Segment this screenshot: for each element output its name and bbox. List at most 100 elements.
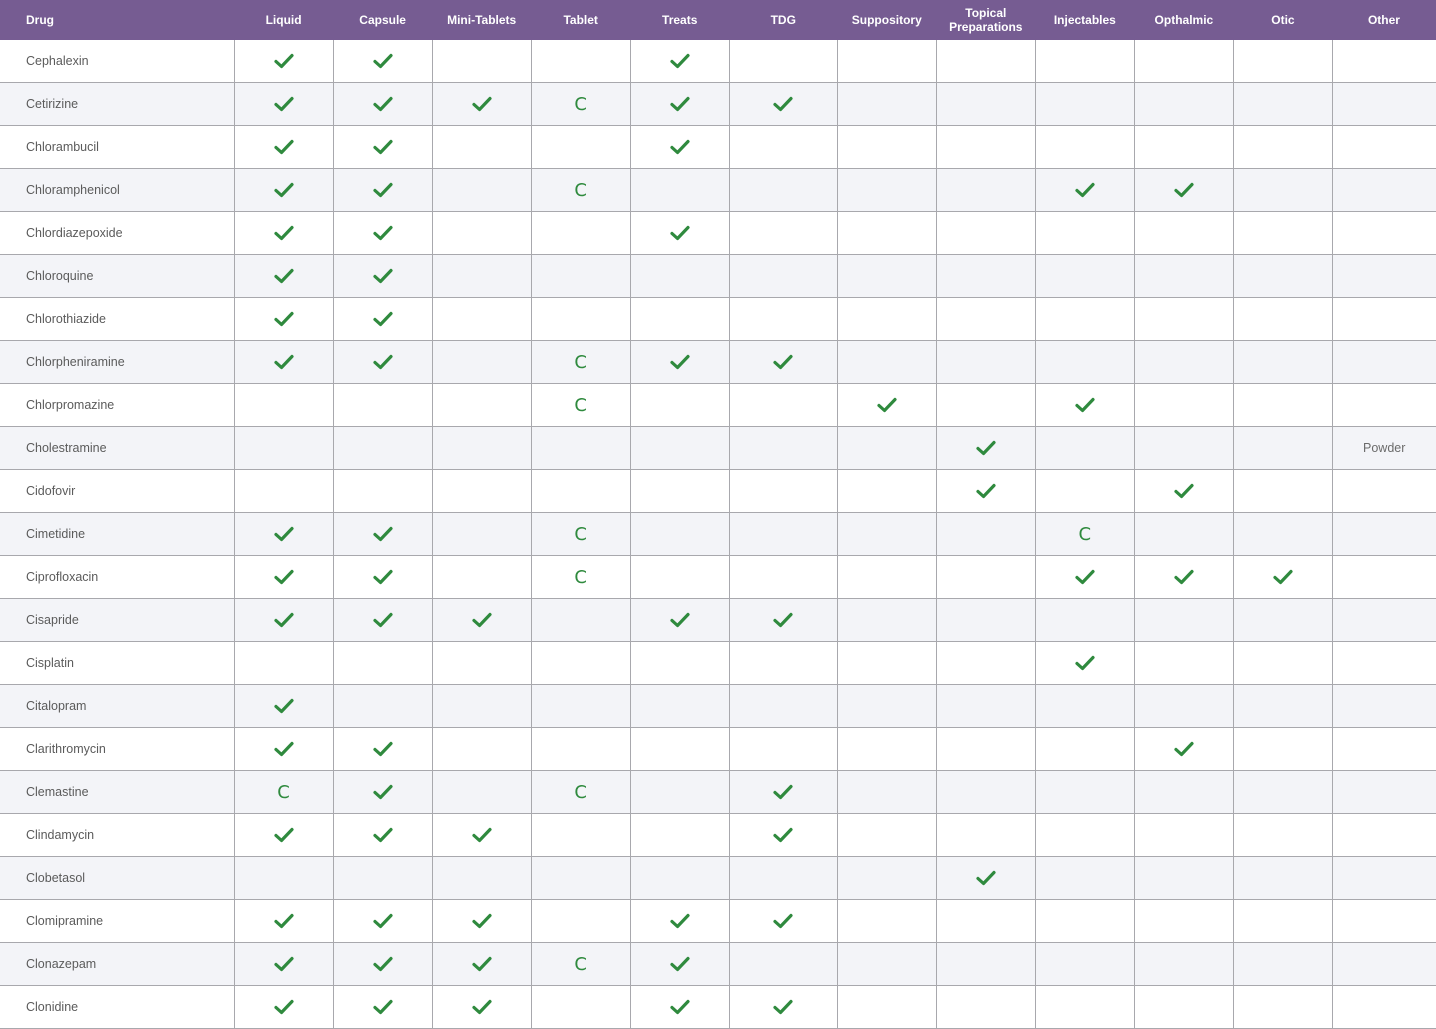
table-cell bbox=[530, 125, 631, 169]
table-cell bbox=[1232, 168, 1333, 212]
drug-name: Cimetidine bbox=[0, 512, 235, 556]
table-cell bbox=[332, 598, 433, 642]
table-cell bbox=[1232, 254, 1333, 298]
table-cell bbox=[233, 512, 334, 556]
table-cell bbox=[836, 426, 937, 470]
table-cell bbox=[1034, 813, 1135, 857]
table-cell bbox=[1133, 211, 1234, 255]
table-cell bbox=[332, 641, 433, 685]
table-cell bbox=[1133, 297, 1234, 341]
check-icon bbox=[273, 139, 294, 154]
compounded-mark: C bbox=[277, 781, 290, 803]
compounded-mark: C bbox=[1078, 523, 1092, 545]
check-icon bbox=[670, 354, 690, 369]
table-cell bbox=[836, 555, 937, 599]
check-icon bbox=[976, 870, 996, 885]
table-cell bbox=[1133, 383, 1234, 427]
table-cell bbox=[629, 555, 730, 599]
table-cell bbox=[629, 340, 730, 384]
table-cell bbox=[728, 770, 838, 814]
table-cell bbox=[629, 125, 730, 169]
table-cell: C bbox=[233, 770, 334, 814]
table-cell bbox=[935, 899, 1036, 943]
table-row: Cidofovir bbox=[0, 469, 1436, 513]
table-cell bbox=[836, 211, 937, 255]
table-cell bbox=[1133, 555, 1234, 599]
drug-name: Chlorpromazine bbox=[0, 383, 235, 427]
table-cell bbox=[1034, 899, 1135, 943]
column-header: Treats bbox=[630, 0, 730, 40]
column-header: Otic bbox=[1233, 0, 1333, 40]
check-icon bbox=[273, 612, 294, 627]
check-icon bbox=[373, 268, 393, 283]
check-icon bbox=[273, 354, 294, 369]
table-cell bbox=[629, 512, 730, 556]
column-header: Suppository bbox=[837, 0, 937, 40]
table-cell bbox=[332, 40, 433, 83]
check-icon bbox=[773, 827, 793, 842]
table-cell bbox=[530, 254, 631, 298]
drug-name: Chlorothiazide bbox=[0, 297, 235, 341]
table-cell: C bbox=[530, 942, 631, 986]
table-cell bbox=[935, 727, 1036, 771]
table-cell bbox=[332, 469, 433, 513]
table-cell bbox=[431, 125, 532, 169]
table-cell bbox=[1331, 512, 1436, 556]
table-cell bbox=[1232, 555, 1333, 599]
table-cell bbox=[233, 684, 334, 728]
check-icon bbox=[773, 612, 793, 627]
compounded-mark: C bbox=[574, 179, 587, 201]
table-cell bbox=[728, 82, 838, 126]
header-row: Drug Liquid Capsule Mini-Tablets Tablet Treat… bbox=[0, 0, 1436, 40]
table-cell bbox=[233, 426, 334, 470]
check-icon bbox=[373, 913, 393, 928]
table-cell bbox=[1331, 211, 1436, 255]
check-icon bbox=[1075, 569, 1095, 584]
table-cell bbox=[233, 340, 334, 384]
column-header: Opthalmic bbox=[1134, 0, 1234, 40]
drug-name: Chlorpheniramine bbox=[0, 340, 235, 384]
table-cell: C bbox=[530, 512, 631, 556]
table-cell bbox=[1331, 469, 1436, 513]
table-cell: C bbox=[530, 555, 631, 599]
table-cell bbox=[629, 942, 730, 986]
check-icon bbox=[1273, 569, 1293, 584]
table-cell: C bbox=[530, 168, 631, 212]
table-cell bbox=[836, 297, 937, 341]
table-cell bbox=[530, 684, 631, 728]
check-icon bbox=[670, 612, 690, 627]
table-cell bbox=[836, 469, 937, 513]
table-cell bbox=[836, 125, 937, 169]
check-icon bbox=[472, 827, 492, 842]
check-icon bbox=[373, 311, 393, 326]
table-cell bbox=[728, 211, 838, 255]
table-cell bbox=[1034, 426, 1135, 470]
table-cell bbox=[1133, 469, 1234, 513]
check-icon bbox=[976, 483, 996, 498]
table-cell bbox=[1232, 211, 1333, 255]
table-cell bbox=[1133, 985, 1234, 1029]
table-cell bbox=[1034, 598, 1135, 642]
table-cell bbox=[431, 40, 532, 83]
compounded-mark: C bbox=[574, 394, 587, 416]
check-icon bbox=[773, 999, 793, 1014]
table-cell bbox=[233, 813, 334, 857]
table-row: Cetirizine C bbox=[0, 82, 1436, 126]
table-cell bbox=[431, 813, 532, 857]
table-cell bbox=[332, 426, 433, 470]
table-row: Cimetidine C C bbox=[0, 512, 1436, 556]
table-cell bbox=[629, 211, 730, 255]
table-cell bbox=[935, 340, 1036, 384]
table-row: Chloramphenicol C bbox=[0, 168, 1436, 212]
table-row: Cisapride bbox=[0, 598, 1436, 642]
table-cell bbox=[728, 899, 838, 943]
table-cell bbox=[233, 985, 334, 1029]
table-cell bbox=[1232, 40, 1333, 83]
table-cell bbox=[1232, 512, 1333, 556]
table-cell bbox=[233, 383, 334, 427]
table-cell bbox=[1331, 82, 1436, 126]
table-cell bbox=[431, 82, 532, 126]
table-cell bbox=[1232, 125, 1333, 169]
table-cell bbox=[1133, 340, 1234, 384]
table-cell bbox=[728, 641, 838, 685]
